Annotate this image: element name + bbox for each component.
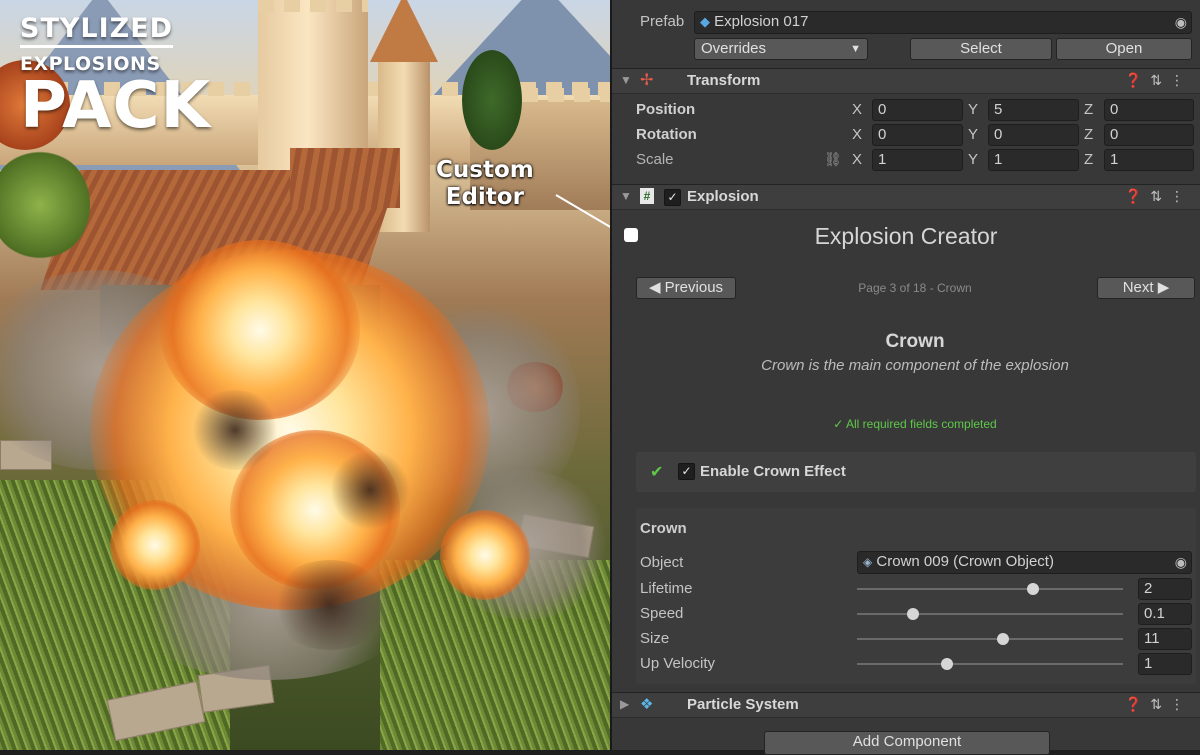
validation-status: ✓ All required fields completed: [833, 417, 997, 431]
crown-group: Crown Object ◈ Crown 009 (Crown Object) …: [636, 508, 1196, 684]
transform-row-label: Position: [636, 101, 696, 118]
help-icon[interactable]: ❓: [1125, 188, 1150, 204]
crown-object-value: Crown 009 (Crown Object): [876, 553, 1054, 570]
transform-z-field[interactable]: 1: [1104, 149, 1194, 171]
transform-x-field[interactable]: 0: [872, 124, 963, 146]
enable-crown-row: ✔ ✓ Enable Crown Effect: [636, 452, 1196, 492]
enable-crown-checkbox[interactable]: ✓: [678, 463, 695, 480]
prefab-object-field[interactable]: ◆ Explosion 017 ◉: [694, 11, 1192, 34]
more-menu-icon[interactable]: ⋮: [1170, 188, 1192, 204]
param-slider-track[interactable]: [857, 588, 1123, 590]
axis-label-x: X: [852, 101, 863, 118]
inspector-panel: Prefab ◆ Explosion 017 ◉ Overrides ▼ Sel…: [610, 0, 1200, 755]
prefab-name: Explosion 017: [714, 13, 809, 30]
param-label: Up Velocity: [640, 655, 716, 672]
explosion-enabled-checkbox[interactable]: ✓: [664, 189, 681, 206]
explosion-fireball: [440, 510, 530, 600]
param-slider-handle[interactable]: [997, 633, 1010, 645]
param-label: Speed: [640, 605, 684, 622]
foldout-arrow-icon[interactable]: ▶: [620, 697, 629, 711]
axis-label-z: Z: [1084, 101, 1094, 118]
checkmark-icon: ✔: [650, 464, 664, 481]
transform-x-field[interactable]: 1: [872, 149, 963, 171]
explosion-header[interactable]: ▼ # ✓ Explosion ❓⇅⋮: [612, 184, 1200, 210]
component-header-icons: ❓⇅⋮: [1125, 696, 1192, 713]
crown-object-field[interactable]: ◈ Crown 009 (Crown Object) ◉: [857, 551, 1192, 574]
axis-label-y: Y: [968, 126, 979, 143]
section-description: Crown is the main component of the explo…: [761, 357, 1069, 374]
add-component-button[interactable]: Add Component: [764, 731, 1050, 755]
callout-arrow: [555, 194, 610, 228]
more-menu-icon[interactable]: ⋮: [1170, 696, 1192, 712]
param-slider-track[interactable]: [857, 613, 1123, 615]
explosion-fireball: [160, 240, 360, 420]
transform-y-field[interactable]: 1: [988, 149, 1079, 171]
component-header-icons: ❓⇅⋮: [1125, 72, 1192, 89]
crown-group-title: Crown: [640, 520, 687, 537]
foldout-arrow-icon[interactable]: ▼: [620, 73, 632, 87]
param-label: Size: [640, 630, 670, 647]
param-value-field[interactable]: 11: [1138, 628, 1192, 650]
param-value-field[interactable]: 2: [1138, 578, 1192, 600]
open-button[interactable]: Open: [1056, 38, 1192, 60]
param-slider-track[interactable]: [857, 638, 1123, 640]
debris: [330, 450, 410, 530]
axis-label-y: Y: [968, 101, 979, 118]
debris: [190, 390, 280, 470]
param-slider-handle[interactable]: [906, 608, 919, 620]
transform-x-field[interactable]: 0: [872, 99, 963, 121]
object-picker-icon[interactable]: ◉: [1175, 552, 1187, 572]
transform-y-field[interactable]: 0: [988, 124, 1079, 146]
presets-icon[interactable]: ⇅: [1150, 188, 1170, 204]
more-menu-icon[interactable]: ⋮: [1170, 72, 1192, 88]
axis-label-z: Z: [1084, 151, 1094, 168]
transform-title: Transform: [687, 72, 761, 89]
presets-icon[interactable]: ⇅: [1150, 72, 1170, 88]
param-slider-track[interactable]: [857, 663, 1123, 665]
enable-crown-label: Enable Crown Effect: [700, 463, 846, 480]
constrain-proportions-icon[interactable]: ⛓: [824, 151, 842, 168]
transform-z-field[interactable]: 0: [1104, 99, 1194, 121]
object-label: Object: [640, 554, 684, 571]
next-button[interactable]: Next ▶: [1097, 277, 1195, 299]
debris: [270, 560, 390, 650]
axis-label-x: X: [852, 126, 863, 143]
help-icon[interactable]: ❓: [1125, 72, 1150, 88]
script-icon: #: [640, 188, 654, 204]
param-slider-handle[interactable]: [1026, 583, 1039, 595]
transform-row-label: Scale: [636, 151, 674, 168]
transform-icon: ✢: [640, 72, 654, 89]
param-slider-handle[interactable]: [941, 658, 954, 670]
transform-header[interactable]: ▼ ✢ Transform ❓⇅⋮: [612, 68, 1200, 94]
param-value-field[interactable]: 1: [1138, 653, 1192, 675]
transform-y-field[interactable]: 5: [988, 99, 1079, 121]
particle-system-title: Particle System: [687, 696, 799, 713]
explosion-fireball: [110, 500, 200, 590]
particle-system-header[interactable]: ▶ ❖ Particle System ❓⇅⋮: [612, 692, 1200, 718]
transform-row-label: Rotation: [636, 126, 697, 143]
particle-system-icon: ❖: [640, 696, 654, 713]
explosion-creator-title: Explosion Creator: [814, 223, 998, 249]
chevron-down-icon: ▼: [850, 43, 861, 55]
foldout-arrow-icon[interactable]: ▼: [620, 189, 632, 203]
axis-label-x: X: [852, 151, 863, 168]
object-picker-icon[interactable]: ◉: [1175, 12, 1187, 32]
explosion-title: Explosion: [687, 188, 759, 205]
axis-label-y: Y: [968, 151, 979, 168]
help-icon[interactable]: ❓: [1125, 696, 1150, 712]
presets-icon[interactable]: ⇅: [1150, 696, 1170, 712]
param-value-field[interactable]: 0.1: [1138, 603, 1192, 625]
promo-scene: STYLIZED EXPLOSIONS PACK Custom Editor: [0, 0, 610, 750]
select-button[interactable]: Select: [910, 38, 1052, 60]
component-header-icons: ❓⇅⋮: [1125, 188, 1192, 205]
overrides-label: Overrides: [701, 40, 767, 57]
axis-label-z: Z: [1084, 126, 1094, 143]
prefab-label: Prefab: [640, 13, 685, 30]
section-title: Crown: [885, 331, 945, 352]
overrides-dropdown[interactable]: Overrides ▼: [694, 38, 868, 60]
prefab-cube-icon: ◆: [700, 14, 710, 29]
param-label: Lifetime: [640, 580, 693, 597]
transform-z-field[interactable]: 0: [1104, 124, 1194, 146]
prefab-cube-icon: ◈: [863, 555, 873, 569]
